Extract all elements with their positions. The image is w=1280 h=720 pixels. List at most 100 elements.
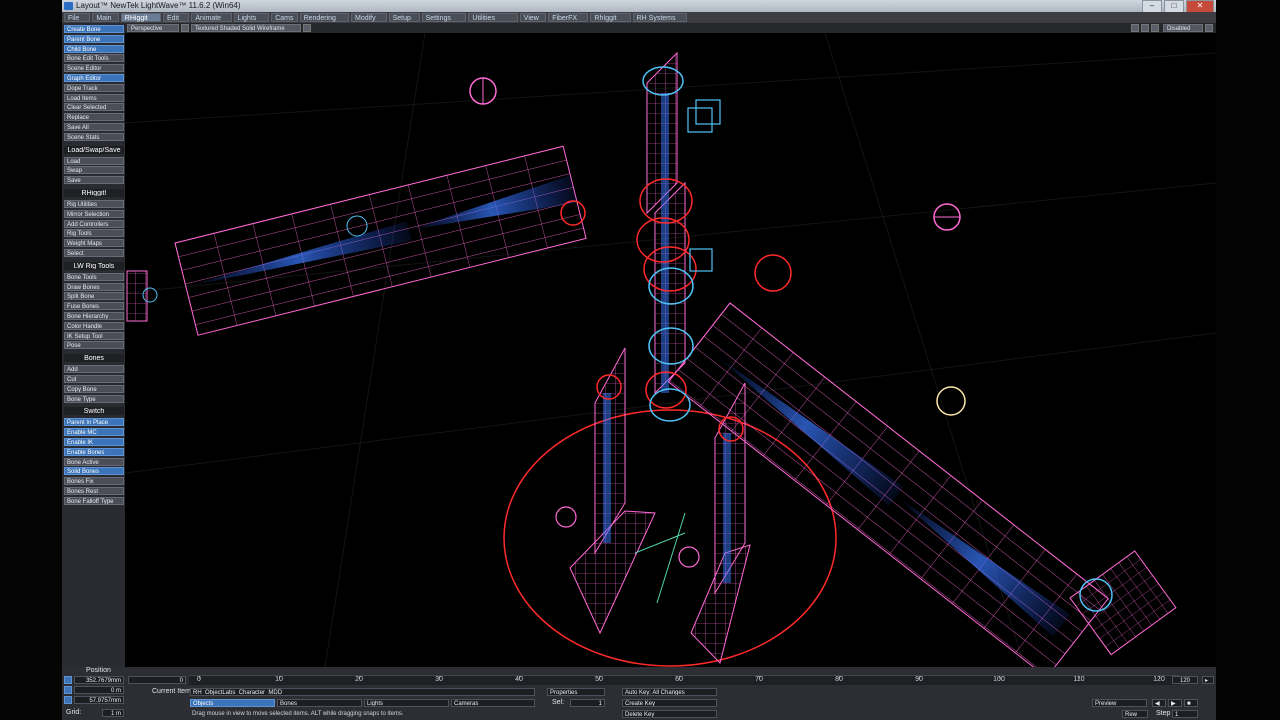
tab-rhiggit[interactable]: RhIggit xyxy=(590,13,631,22)
toolbar-scene-editor[interactable]: Scene Editor xyxy=(64,64,124,73)
preview-select[interactable]: Preview xyxy=(1092,699,1147,707)
toolbar-save[interactable]: Save xyxy=(64,176,124,185)
z-axis-toggle[interactable] xyxy=(64,696,72,704)
left-arm-bone-plane[interactable] xyxy=(174,145,587,336)
toolbar-bone-edit-tools[interactable]: Bone Edit Tools xyxy=(64,54,124,63)
tab-utilities[interactable]: Utilities xyxy=(468,13,518,22)
toolbar-ik-setup-tool[interactable]: IK Setup Tool xyxy=(64,331,124,340)
rotate-view-icon[interactable] xyxy=(1141,24,1149,32)
toolbar-mirror-selection[interactable]: Mirror Selection xyxy=(64,209,124,218)
toolbar-bone-falloff-type[interactable]: Bone Falloff Type xyxy=(64,496,124,505)
objects-button[interactable]: Objects xyxy=(190,699,275,707)
toolbar-color-handle[interactable]: Color Handle xyxy=(64,321,124,330)
right-leg-bone-planes[interactable] xyxy=(690,382,751,664)
bones-button[interactable]: Bones xyxy=(277,699,362,707)
toolbar-swap[interactable]: Swap xyxy=(64,166,124,175)
toolbar-load-items[interactable]: Load Items xyxy=(64,93,124,102)
toolbar-save-all[interactable]: Save All xyxy=(64,123,124,131)
tab-modify[interactable]: Modify xyxy=(351,13,387,22)
play-back-icon[interactable]: ◀ xyxy=(1152,699,1166,707)
toolbar-parent-bone[interactable]: Parent Bone xyxy=(64,34,124,43)
toolbar-scene-stats[interactable]: Scene Stats xyxy=(64,132,124,141)
cameras-button[interactable]: Cameras xyxy=(451,699,535,707)
x-position-field[interactable]: 352.7679mm xyxy=(74,676,124,684)
toolbar-bone-active[interactable]: Bone Active xyxy=(64,457,124,466)
toolbar-enable-bones[interactable]: Enable Bones xyxy=(64,447,124,456)
tab-rh-systems[interactable]: RH Systems xyxy=(632,13,687,22)
toolbar-bone-type[interactable]: Bone Type xyxy=(64,394,124,403)
x-axis-toggle[interactable] xyxy=(64,676,72,684)
lights-button[interactable]: Lights xyxy=(364,699,449,707)
tab-lights[interactable]: Lights xyxy=(233,13,270,22)
toolbar-fuse-bones[interactable]: Fuse Bones xyxy=(64,302,124,311)
shading-mode-select[interactable]: Textured Shaded Solid Wireframe xyxy=(191,24,301,32)
tab-fiberfx[interactable]: FiberFX xyxy=(548,13,589,22)
toolbar-add-controllers[interactable]: Add Controllers xyxy=(64,219,124,228)
toolbar-bones-fix[interactable]: Bones Fix xyxy=(64,477,124,486)
tab-rhiggit[interactable]: RHiggit xyxy=(120,13,161,22)
toolbar-bone-hierarchy[interactable]: Bone Hierarchy xyxy=(64,312,124,320)
toolbar-create-bone[interactable]: Create Bone xyxy=(64,25,124,33)
toolbar-pose[interactable]: Pose xyxy=(64,341,124,350)
toolbar-rig-tools[interactable]: Rig Tools xyxy=(64,229,124,238)
stop-icon[interactable]: ■ xyxy=(1184,699,1198,707)
toolbar-select[interactable]: Select xyxy=(64,249,124,257)
play-forward-icon[interactable]: ▶ xyxy=(1168,699,1182,707)
right-shoulder-controller[interactable] xyxy=(754,254,792,292)
end-frame-field[interactable]: 120 xyxy=(1172,676,1198,684)
toolbar-dope-track[interactable]: Dope Track xyxy=(64,83,124,92)
toolbar-bone-tools[interactable]: Bone Tools xyxy=(64,272,124,281)
tab-settings[interactable]: Settings xyxy=(421,13,467,22)
tab-edit[interactable]: Edit xyxy=(163,13,190,22)
3d-viewport[interactable] xyxy=(125,33,1216,667)
toolbar-weight-maps[interactable]: Weight Maps xyxy=(64,239,124,248)
spine-cubes[interactable] xyxy=(687,99,721,272)
tab-file[interactable]: File xyxy=(64,13,91,22)
toolbar-clear-selected[interactable]: Clear Selected xyxy=(64,103,124,112)
far-left-plane[interactable] xyxy=(126,270,148,322)
maximize-viewport-icon[interactable] xyxy=(1205,24,1213,32)
y-position-field[interactable]: 0 m xyxy=(74,686,124,694)
grid-size-field[interactable]: 1 m xyxy=(102,709,124,717)
tab-cams[interactable]: Cams xyxy=(271,13,298,22)
y-axis-toggle[interactable] xyxy=(64,686,72,694)
toolbar-add[interactable]: Add xyxy=(64,365,124,374)
toolbar-split-bone[interactable]: Split Bone xyxy=(64,292,124,301)
create-key-button[interactable]: Create Key xyxy=(622,699,717,707)
toolbar-graph-editor[interactable]: Graph Editor xyxy=(64,74,124,82)
properties-button[interactable]: Properties xyxy=(547,688,605,696)
toolbar-bones-rest[interactable]: Bones Rest xyxy=(64,487,124,495)
toolbar-enable-mc[interactable]: Enable MC xyxy=(64,428,124,437)
view-options-icon[interactable] xyxy=(181,24,189,32)
toolbar-child-bone[interactable]: Child Bone xyxy=(64,44,124,53)
left-foot-null[interactable] xyxy=(555,506,577,528)
start-frame-field[interactable]: 0 xyxy=(128,676,186,684)
rewind-button[interactable]: Rew xyxy=(1122,710,1148,718)
current-item-select[interactable]: RH_ObjectLabs_Character_MDD xyxy=(190,688,535,696)
toolbar-copy-bone[interactable]: Copy Bone xyxy=(64,384,124,393)
tab-setup[interactable]: Setup xyxy=(388,13,420,22)
frame-ruler[interactable]: 0 10 20 30 40 50 60 70 80 90 100 110 120 xyxy=(189,675,1179,685)
toolbar-draw-bones[interactable]: Draw Bones xyxy=(64,282,124,291)
toolbar-enable-ik[interactable]: Enable IK xyxy=(64,438,124,446)
z-position-field[interactable]: 57.9757mm xyxy=(74,696,124,704)
toolbar-load[interactable]: Load xyxy=(64,156,124,165)
viewport-layout-select[interactable]: Disabled xyxy=(1163,24,1203,32)
toolbar-cut[interactable]: Cut xyxy=(64,375,124,383)
delete-key-button[interactable]: Delete Key xyxy=(622,710,717,718)
tab-rendering[interactable]: Rendering xyxy=(299,13,349,22)
shading-options-icon[interactable] xyxy=(303,24,311,32)
tab-main[interactable]: Main xyxy=(92,13,119,22)
toolbar-replace[interactable]: Replace xyxy=(64,113,124,122)
tab-animate[interactable]: Animate xyxy=(191,13,232,22)
view-mode-select[interactable]: Perspective xyxy=(127,24,179,32)
toolbar-rig-utilities[interactable]: Rig Utilities xyxy=(64,200,124,208)
right-foot-null[interactable] xyxy=(678,546,700,568)
left-leg-bone-planes[interactable] xyxy=(569,347,656,635)
zoom-view-icon[interactable] xyxy=(1151,24,1159,32)
toolbar-solid-bones[interactable]: Solid Bones xyxy=(64,467,124,476)
key-icon[interactable]: ▸ xyxy=(1202,676,1214,684)
auto-key-select[interactable]: Auto Key: All Changes xyxy=(622,688,717,696)
toolbar-parent-in-place[interactable]: Parent In Place xyxy=(64,418,124,427)
right-hand-plane[interactable] xyxy=(1069,550,1177,656)
